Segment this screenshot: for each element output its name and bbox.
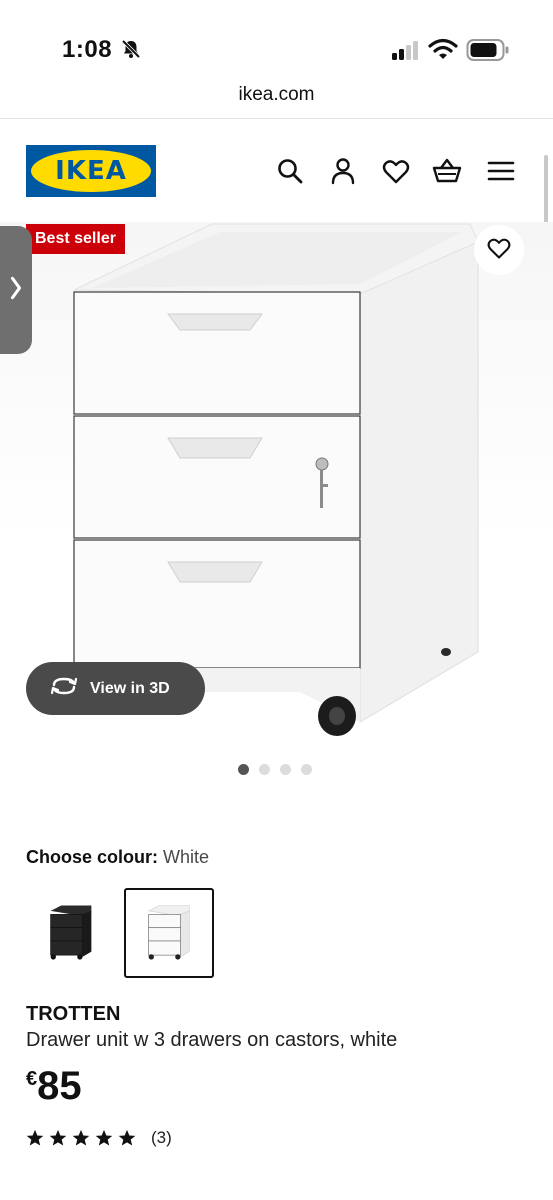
image-carousel-dots [238, 764, 312, 775]
basket-icon[interactable] [432, 156, 462, 186]
address-bar-divider [0, 118, 553, 119]
status-time: 1:08 [62, 36, 113, 63]
carousel-dot[interactable] [259, 764, 270, 775]
rotate-3d-icon [50, 676, 78, 701]
wifi-icon [428, 38, 458, 60]
rating-stars [26, 1129, 141, 1147]
product-favourite-button[interactable] [474, 225, 524, 275]
product-price: €85 [26, 1064, 82, 1109]
ikea-logo[interactable]: IKEA [26, 145, 156, 197]
carousel-dot[interactable] [280, 764, 291, 775]
star-icon [49, 1129, 67, 1146]
star-icon [72, 1129, 90, 1146]
colour-swatch-black[interactable] [26, 888, 116, 978]
choose-colour-label: Choose colour: [26, 847, 159, 867]
profile-icon[interactable] [328, 156, 358, 186]
side-drawer-tab[interactable] [0, 226, 32, 354]
view-in-3d-button[interactable]: View in 3D [26, 662, 205, 715]
product-rating[interactable]: (3) [26, 1128, 172, 1148]
address-bar[interactable]: ikea.com [0, 84, 553, 118]
battery-icon [466, 38, 510, 62]
best-seller-badge: Best seller [26, 224, 125, 254]
signal-icon [390, 40, 422, 60]
white-drawer-thumbnail [147, 905, 190, 960]
star-icon [95, 1129, 113, 1146]
price-value: 85 [37, 1064, 82, 1108]
view-in-3d-label: View in 3D [90, 679, 170, 697]
heart-icon [486, 235, 512, 266]
rating-count: (3) [151, 1128, 172, 1147]
logo-text: IKEA [55, 156, 127, 186]
logo-oval: IKEA [31, 150, 151, 192]
favourites-icon[interactable] [381, 156, 411, 186]
menu-icon[interactable] [486, 156, 516, 186]
carousel-dot[interactable] [301, 764, 312, 775]
search-icon[interactable] [275, 156, 305, 186]
price-currency: € [26, 1068, 38, 1090]
choose-colour: Choose colour: White [26, 847, 209, 868]
product-description: Drawer unit w 3 drawers on castors, whit… [26, 1029, 398, 1051]
colour-swatch-white[interactable] [124, 888, 214, 978]
status-bar: 1:08 [0, 0, 553, 80]
carousel-dot[interactable] [238, 764, 249, 775]
chevron-right-icon [9, 274, 23, 307]
selected-colour-value: White [163, 847, 210, 867]
black-drawer-thumbnail [50, 905, 92, 960]
product-name[interactable]: TROTTEN [26, 1003, 120, 1026]
star-icon [26, 1129, 44, 1146]
star-icon [118, 1129, 136, 1146]
bell-muted-icon [120, 38, 142, 60]
